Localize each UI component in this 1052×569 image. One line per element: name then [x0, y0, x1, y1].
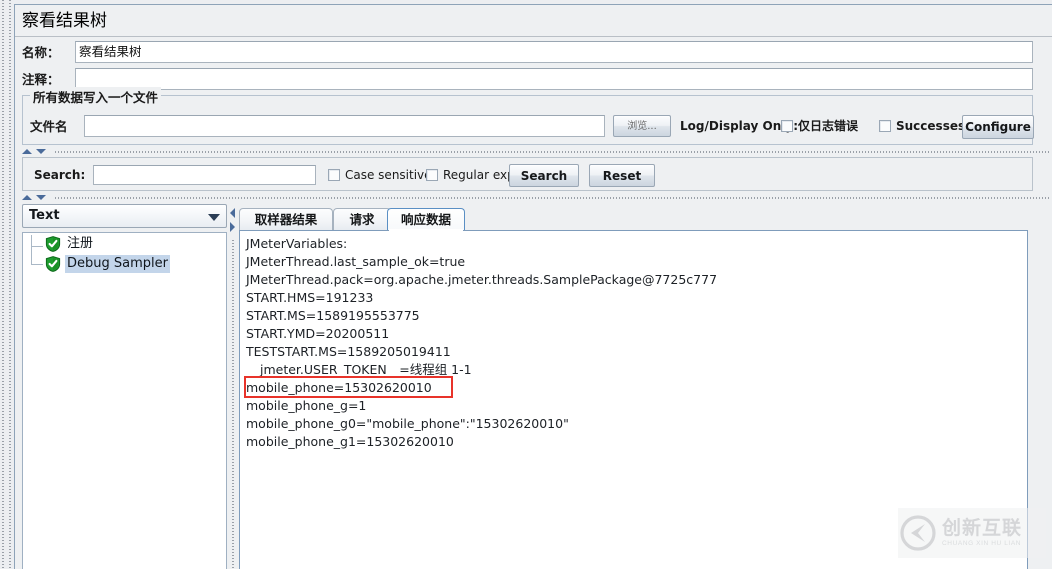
tree-node-1[interactable]: Debug Sampler — [41, 255, 221, 273]
watermark-logo-icon — [900, 515, 936, 551]
splitter-lower[interactable] — [15, 193, 1052, 202]
response-line-7: jmeter.USER_TOKEN__=线程组 1-1 — [260, 362, 472, 377]
case-sensitive-checkbox-box[interactable] — [328, 169, 340, 181]
tab-request[interactable]: 请求 — [333, 208, 391, 230]
splitter-vertical[interactable] — [228, 204, 237, 569]
app-root: 察看结果树 名称： 察看结果树 注释： 所有数据写入一个文件 文件名 浏览...… — [0, 0, 1052, 569]
errors-only-checkbox-box[interactable] — [781, 120, 793, 132]
splitter-collapse-right-icon[interactable] — [230, 222, 235, 232]
search-button[interactable]: Search — [509, 164, 579, 187]
tab-sampler-result[interactable]: 取样器结果 — [239, 208, 333, 230]
splitter-collapse-left-icon[interactable] — [230, 208, 235, 218]
response-line-6: TESTSTART.MS=1589205019411 — [246, 344, 451, 359]
response-line-9: mobile_phone_g=1 — [246, 398, 367, 413]
successes-checkbox-label: Successes — [896, 119, 966, 133]
success-shield-icon — [45, 236, 61, 252]
panel-titlebar: 察看结果树 — [15, 5, 1052, 37]
response-line-2: JMeterThread.pack=org.apache.jmeter.thre… — [246, 272, 718, 287]
renderer-select-value: Text — [29, 208, 60, 223]
configure-button[interactable]: Configure — [962, 115, 1034, 139]
tab-response-data[interactable]: 响应数据 — [387, 208, 465, 231]
errors-only-checkbox-label: 仅日志错误 — [798, 119, 859, 133]
watermark-cn: 创新互联 — [942, 516, 1023, 539]
splitter-lower-grip — [55, 197, 1051, 199]
splitter-upper-grip — [55, 151, 1051, 153]
frame-dots-left-2 — [7, 0, 14, 569]
response-line-4: START.MS=1589195553775 — [246, 308, 420, 323]
write-all-data-group-title: 所有数据写入一个文件 — [30, 87, 162, 106]
result-tabs: 取样器结果 请求 响应数据 — [239, 208, 639, 231]
watermark: 创新互联 CHUANG XIN HU LIAN — [898, 508, 1046, 558]
splitter-lower-collapse-down-icon[interactable] — [36, 195, 46, 200]
result-tree-panel: 察看结果树 名称： 察看结果树 注释： 所有数据写入一个文件 文件名 浏览...… — [14, 4, 1052, 569]
regular-exp-checkbox-label: Regular exp. — [443, 168, 519, 182]
search-input[interactable] — [93, 165, 316, 185]
response-line-0: JMeterVariables: — [246, 236, 348, 251]
splitter-vertical-grip — [232, 240, 234, 568]
chevron-down-icon[interactable] — [208, 214, 220, 221]
tree-node-0[interactable]: 注册 — [41, 235, 221, 253]
successes-checkbox-box[interactable] — [879, 120, 891, 132]
browse-button[interactable]: 浏览... — [613, 115, 671, 137]
response-line-8: mobile_phone=15302620010 — [246, 380, 432, 395]
splitter-upper-collapse-up-icon[interactable] — [22, 149, 32, 154]
reset-button[interactable]: Reset — [589, 164, 655, 187]
filename-label: 文件名 — [30, 119, 68, 134]
response-line-3: START.HMS=191233 — [246, 290, 374, 305]
response-line-5: START.YMD=20200511 — [246, 326, 390, 341]
tree-node-1-label: Debug Sampler — [65, 255, 170, 273]
tree-node-0-label: 注册 — [67, 236, 94, 251]
response-line-1: JMeterThread.last_sample_ok=true — [246, 254, 466, 269]
case-sensitive-checkbox-label: Case sensitive — [345, 168, 432, 182]
splitter-upper-collapse-down-icon[interactable] — [36, 149, 46, 154]
name-label: 名称： — [22, 45, 60, 60]
name-input[interactable]: 察看结果树 — [75, 41, 1033, 63]
regular-exp-checkbox-box[interactable] — [426, 169, 438, 181]
success-shield-icon — [45, 256, 61, 272]
response-line-11: mobile_phone_g1=15302620010 — [246, 434, 454, 449]
renderer-select[interactable]: Text — [22, 204, 227, 228]
splitter-upper[interactable] — [15, 147, 1052, 156]
page-title: 察看结果树 — [22, 11, 107, 31]
watermark-en: CHUANG XIN HU LIAN — [942, 539, 1022, 547]
filename-input[interactable] — [84, 115, 605, 137]
response-line-10: mobile_phone_g0="mobile_phone":"15302620… — [246, 416, 569, 431]
watermark-text: 创新互联 CHUANG XIN HU LIAN — [942, 516, 1023, 548]
sampler-result-tree[interactable]: 注册 Debug Sampler — [22, 232, 227, 569]
splitter-lower-collapse-up-icon[interactable] — [22, 195, 32, 200]
search-label: Search: — [34, 168, 86, 182]
frame-dots-left — [0, 0, 7, 569]
search-panel: Search: Case sensitive Regular exp. Sear… — [22, 157, 1033, 191]
comment-input[interactable] — [75, 68, 1033, 90]
